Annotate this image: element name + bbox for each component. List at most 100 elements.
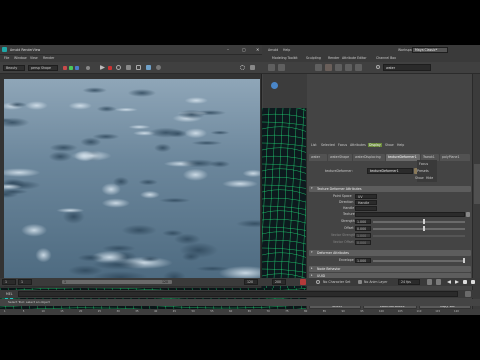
menu-render[interactable]: Render xyxy=(43,56,54,60)
playback-loop-icon[interactable] xyxy=(436,279,441,285)
script-editor-icon[interactable] xyxy=(465,291,471,297)
node-name-field[interactable]: textureDeformer1 xyxy=(367,168,413,174)
close-button[interactable]: ✕ xyxy=(256,47,259,52)
texture-field[interactable] xyxy=(355,212,465,217)
tab-water-shape[interactable]: waterShape xyxy=(328,154,352,161)
search-icon[interactable] xyxy=(376,65,380,69)
fps-dropdown[interactable]: 24 fps xyxy=(398,279,420,285)
play-forward-icon[interactable] xyxy=(455,280,459,284)
channel-b-icon[interactable] xyxy=(75,66,79,70)
show-button[interactable]: Show xyxy=(415,176,424,180)
playback-prefs-icon[interactable] xyxy=(427,279,432,285)
search-field[interactable]: water xyxy=(383,64,431,71)
anim-end-field[interactable]: 200 xyxy=(272,279,286,285)
offset-slider[interactable] xyxy=(373,227,465,230)
debug-shading-icon[interactable] xyxy=(156,65,161,70)
vector-strength-field[interactable]: 1.000 xyxy=(355,233,371,238)
command-language-label[interactable]: MEL xyxy=(6,292,13,296)
tab-render[interactable]: Render xyxy=(328,56,339,60)
shelf-ipr-icon[interactable] xyxy=(335,64,342,71)
tab-modeling-toolkit[interactable]: Modeling Toolkit xyxy=(272,56,298,60)
ae-menu-help[interactable]: Help xyxy=(397,143,404,147)
range-start-field[interactable]: 1 xyxy=(18,279,32,285)
tab-texture-deformer[interactable]: textureDeformer1 xyxy=(386,154,420,161)
shelf-settings-icon[interactable] xyxy=(355,64,362,71)
start-frame-field[interactable]: 1 xyxy=(2,279,16,285)
hide-button[interactable]: Hide xyxy=(426,176,433,180)
shelf-layout-icon[interactable] xyxy=(268,64,275,71)
range-slider-bar[interactable]: 1 120 xyxy=(62,280,172,284)
ae-menu-attributes[interactable]: Attributes xyxy=(350,143,366,147)
section-texture-deformer[interactable]: ▾ Texture Deformer Attributes xyxy=(309,186,471,192)
render-play-icon[interactable] xyxy=(100,65,105,70)
presets-button[interactable]: Presets xyxy=(417,169,429,173)
go-to-end-icon[interactable] xyxy=(471,280,475,284)
ae-menu-list[interactable]: List xyxy=(311,143,317,147)
tab-poly-plane[interactable]: polyPlane1 xyxy=(440,154,470,161)
offset-slider-handle[interactable] xyxy=(423,226,425,231)
offset-field[interactable]: 0.000 xyxy=(355,226,371,231)
shelf-outliner-icon[interactable] xyxy=(315,64,322,71)
envelope-field[interactable]: 1.000 xyxy=(355,258,371,263)
envelope-slider-handle[interactable] xyxy=(463,258,465,263)
strength-slider[interactable] xyxy=(373,220,465,223)
channel-rgb-icon[interactable] xyxy=(63,66,67,70)
tab-sculpting[interactable]: Sculpting xyxy=(306,56,321,60)
camera-dropdown[interactable]: persp Shape xyxy=(28,65,58,71)
section-node-behavior[interactable]: ▸ Node Behavior xyxy=(309,266,471,272)
tab-channel-box[interactable]: Channel Box xyxy=(376,56,396,60)
shelf-grid-icon[interactable] xyxy=(278,64,285,71)
envelope-slider[interactable] xyxy=(373,259,465,262)
stop-render-icon[interactable] xyxy=(108,65,112,70)
point-space-dropdown[interactable]: UV xyxy=(355,194,377,199)
tab-attribute-editor[interactable]: Attribute Editor xyxy=(342,56,367,60)
step-forward-icon[interactable] xyxy=(463,280,467,284)
object-sphere-icon[interactable] xyxy=(271,82,278,89)
menu-view[interactable]: View xyxy=(30,56,38,60)
channel-g-icon[interactable] xyxy=(69,66,73,70)
exposure-icon[interactable] xyxy=(86,66,90,70)
time-slider[interactable]: 1 5 10 15 20 25 30 35 40 45 50 55 60 65 70 75 80 85 90 95 10… xyxy=(0,309,480,315)
section-deformer-attributes[interactable]: ▾ Deformer Attributes xyxy=(309,250,471,256)
vector-strength-slider[interactable] xyxy=(373,234,465,237)
character-set-icon[interactable] xyxy=(316,280,320,284)
help-menu[interactable]: Help xyxy=(283,48,290,52)
ae-menu-focus[interactable]: Focus xyxy=(338,143,347,147)
texture-map-icon[interactable] xyxy=(466,212,470,217)
shelf-render-icon[interactable] xyxy=(325,64,332,71)
handle-field[interactable] xyxy=(355,206,377,211)
anim-layer-label[interactable]: No Anim Layer xyxy=(364,280,387,284)
workspace-dropdown[interactable]: Maya Classic* xyxy=(412,47,448,53)
menu-window[interactable]: Window xyxy=(14,56,27,60)
aov-dropdown[interactable]: Beauty xyxy=(3,65,25,71)
auto-key-icon[interactable] xyxy=(300,279,306,285)
focus-button[interactable]: Focus xyxy=(419,162,428,166)
ae-menu-display[interactable]: Display xyxy=(368,143,382,148)
isolate-icon[interactable] xyxy=(146,65,151,70)
refresh-icon[interactable] xyxy=(116,65,121,70)
snapshot-icon[interactable] xyxy=(126,65,131,70)
tab-water-displacing[interactable]: waterDisplacing xyxy=(353,154,385,161)
maximize-button[interactable]: ▢ xyxy=(242,47,246,52)
chevron-right-icon: ▸ xyxy=(311,266,313,270)
vector-offset-field[interactable]: 0.000 xyxy=(355,240,371,245)
strength-slider-handle[interactable] xyxy=(423,219,425,224)
minimize-button[interactable]: – xyxy=(227,47,229,52)
ae-menu-show[interactable]: Show xyxy=(385,143,394,147)
hud-icon[interactable] xyxy=(250,65,255,70)
crop-region-icon[interactable] xyxy=(136,65,141,70)
shelf-hypershade-icon[interactable] xyxy=(345,64,352,71)
play-backward-icon[interactable] xyxy=(447,280,451,284)
ae-menu-selected[interactable]: Selected xyxy=(321,143,335,147)
strength-field[interactable]: 1.000 xyxy=(355,219,371,224)
tab-water[interactable]: water xyxy=(309,154,327,161)
range-end-field[interactable]: 120 xyxy=(244,279,258,285)
direction-dropdown[interactable]: Handle xyxy=(355,200,377,205)
arnold-menu[interactable]: Arnold xyxy=(268,48,278,52)
attribute-editor-side-tab[interactable] xyxy=(474,164,480,204)
command-input[interactable] xyxy=(18,291,458,297)
anim-layer-icon[interactable] xyxy=(358,280,362,284)
character-set-label[interactable]: No Character Set xyxy=(323,280,350,284)
settings-gear-icon[interactable] xyxy=(240,65,245,70)
menu-file[interactable]: File xyxy=(4,56,9,60)
